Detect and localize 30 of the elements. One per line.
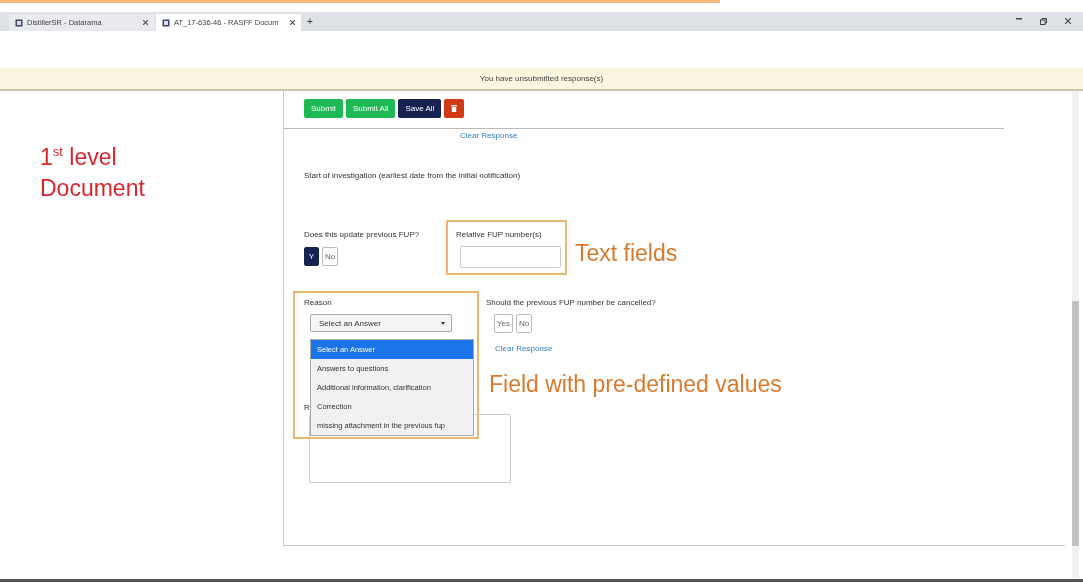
close-icon[interactable]: [1065, 18, 1071, 24]
clear-response-link[interactable]: Clear Response: [460, 131, 518, 140]
page-icon: [15, 18, 23, 27]
field-label: Relative FUP number(s): [456, 230, 543, 239]
question-text: Should the previous FUP number be cancelled?: [486, 298, 656, 307]
new-tab-button[interactable]: +: [307, 16, 313, 27]
annotation-label: Text fields: [575, 240, 678, 267]
answer-option[interactable]: No: [322, 247, 339, 266]
restore-icon[interactable]: [1040, 18, 1047, 25]
field-label: R: [304, 403, 310, 412]
answer-option[interactable]: Y: [304, 247, 319, 266]
question-text: Start of investigation (earliest date from the initial notification): [304, 171, 522, 180]
clear-response-link[interactable]: Clear Response: [495, 344, 553, 353]
close-icon[interactable]: [290, 20, 295, 25]
caret-icon: [441, 321, 445, 325]
answer-option[interactable]: Yes: [494, 314, 514, 333]
save-button[interactable]: Save All: [398, 99, 442, 118]
answer-option[interactable]: No: [516, 314, 533, 333]
annotation-label: Field with pre-defined values: [489, 371, 782, 398]
page-icon: [162, 18, 170, 27]
question-text: Does this update previous FUP?: [304, 230, 421, 239]
select-field[interactable]: Select an Answer: [310, 314, 452, 332]
unsubmitted-notice: You have unsubmitted response(s): [479, 74, 604, 83]
annotation-title: 1$^{st}$ level Document: [40, 142, 146, 203]
delete-button[interactable]: [444, 99, 465, 118]
minimize-icon[interactable]: [1016, 18, 1022, 20]
close-icon[interactable]: [143, 20, 148, 25]
trash-icon: [451, 105, 458, 112]
scrollbar[interactable]: [1072, 91, 1079, 578]
field-label: Reason: [304, 298, 333, 307]
